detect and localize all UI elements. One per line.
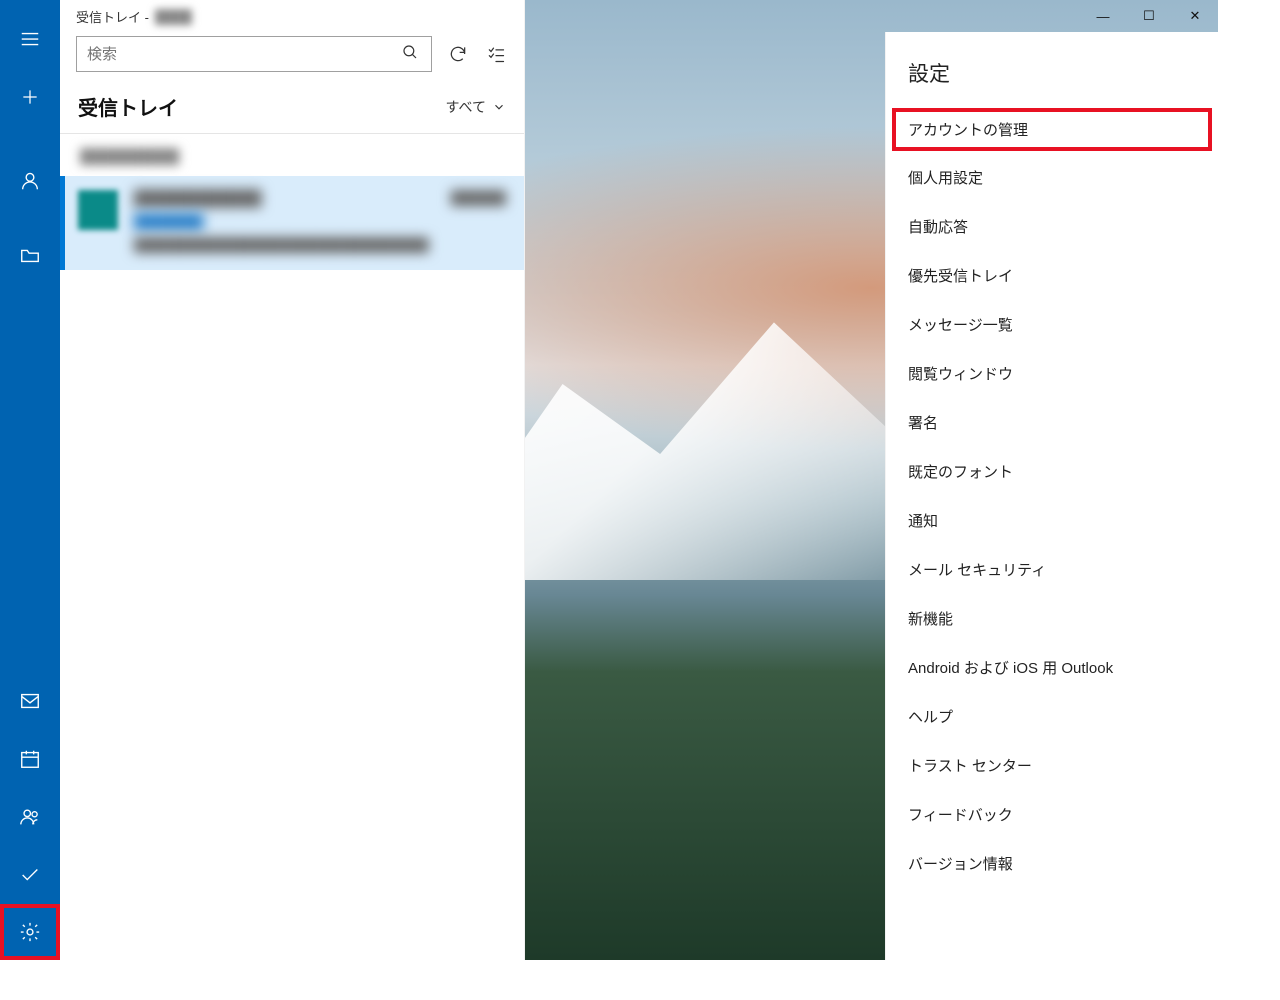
settings-item-13[interactable]: トラスト センター (886, 741, 1218, 790)
settings-item-2[interactable]: 自動応答 (886, 202, 1218, 251)
filter-dropdown[interactable]: すべて (446, 97, 506, 117)
settings-item-1[interactable]: 個人用設定 (886, 153, 1218, 202)
people-icon[interactable] (0, 788, 60, 846)
account-icon[interactable] (0, 152, 60, 210)
settings-item-5[interactable]: 閲覧ウィンドウ (886, 349, 1218, 398)
chevron-down-icon (492, 100, 506, 114)
compose-button[interactable] (0, 68, 60, 126)
search-icon[interactable] (401, 43, 421, 66)
mail-subject: ███████ (134, 213, 506, 229)
nav-rail (0, 0, 60, 960)
todo-icon[interactable] (0, 846, 60, 904)
filter-label: すべて (446, 97, 486, 117)
folder-titlebar: 受信トレイ - ████ (60, 0, 524, 32)
minimize-button[interactable]: — (1080, 0, 1126, 32)
close-button[interactable]: ✕ (1172, 0, 1218, 32)
settings-item-4[interactable]: メッセージ一覧 (886, 300, 1218, 349)
mail-sender: ████████████ (134, 190, 262, 207)
window-controls: — ☐ ✕ (1080, 0, 1218, 32)
settings-item-12[interactable]: ヘルプ (886, 692, 1218, 741)
mail-icon[interactable] (0, 672, 60, 730)
settings-item-7[interactable]: 既定のフォント (886, 447, 1218, 496)
select-mode-icon[interactable] (484, 42, 508, 66)
settings-item-6[interactable]: 署名 (886, 398, 1218, 447)
settings-item-0[interactable]: アカウントの管理 (892, 108, 1212, 151)
search-input[interactable] (87, 46, 401, 63)
settings-panel: 設定 アカウントの管理個人用設定自動応答優先受信トレイメッセージ一覧閲覧ウィンド… (885, 32, 1218, 960)
settings-item-3[interactable]: 優先受信トレイ (886, 251, 1218, 300)
settings-item-15[interactable]: バージョン情報 (886, 839, 1218, 888)
hamburger-icon[interactable] (0, 10, 60, 68)
folder-icon[interactable] (0, 226, 60, 284)
sync-icon[interactable] (446, 42, 470, 66)
settings-item-14[interactable]: フィードバック (886, 790, 1218, 839)
settings-item-11[interactable]: Android および iOS 用 Outlook (886, 643, 1218, 692)
sender-avatar (78, 190, 118, 230)
calendar-icon[interactable] (0, 730, 60, 788)
folder-title-prefix: 受信トレイ - (76, 7, 149, 26)
date-group-header: ██████████ (60, 133, 524, 176)
settings-item-9[interactable]: メール セキュリティ (886, 545, 1218, 594)
maximize-button[interactable]: ☐ (1126, 0, 1172, 32)
search-input-wrapper[interactable] (76, 36, 432, 72)
settings-item-10[interactable]: 新機能 (886, 594, 1218, 643)
mail-date: ██████ (451, 190, 506, 207)
settings-title: 設定 (886, 32, 1218, 106)
message-list-pane: 受信トレイ - ████ 受信トレイ すべて ██████████ ██████… (60, 0, 525, 960)
list-toolbar (60, 32, 524, 82)
mail-preview: ████████████████████████████████ (134, 237, 506, 252)
settings-item-8[interactable]: 通知 (886, 496, 1218, 545)
mail-list-item[interactable]: ████████████ ██████ ███████ ████████████… (60, 176, 524, 270)
folder-title-account: ████ (155, 9, 192, 24)
inbox-heading: 受信トレイ (78, 92, 178, 121)
settings-icon[interactable] (0, 904, 60, 960)
